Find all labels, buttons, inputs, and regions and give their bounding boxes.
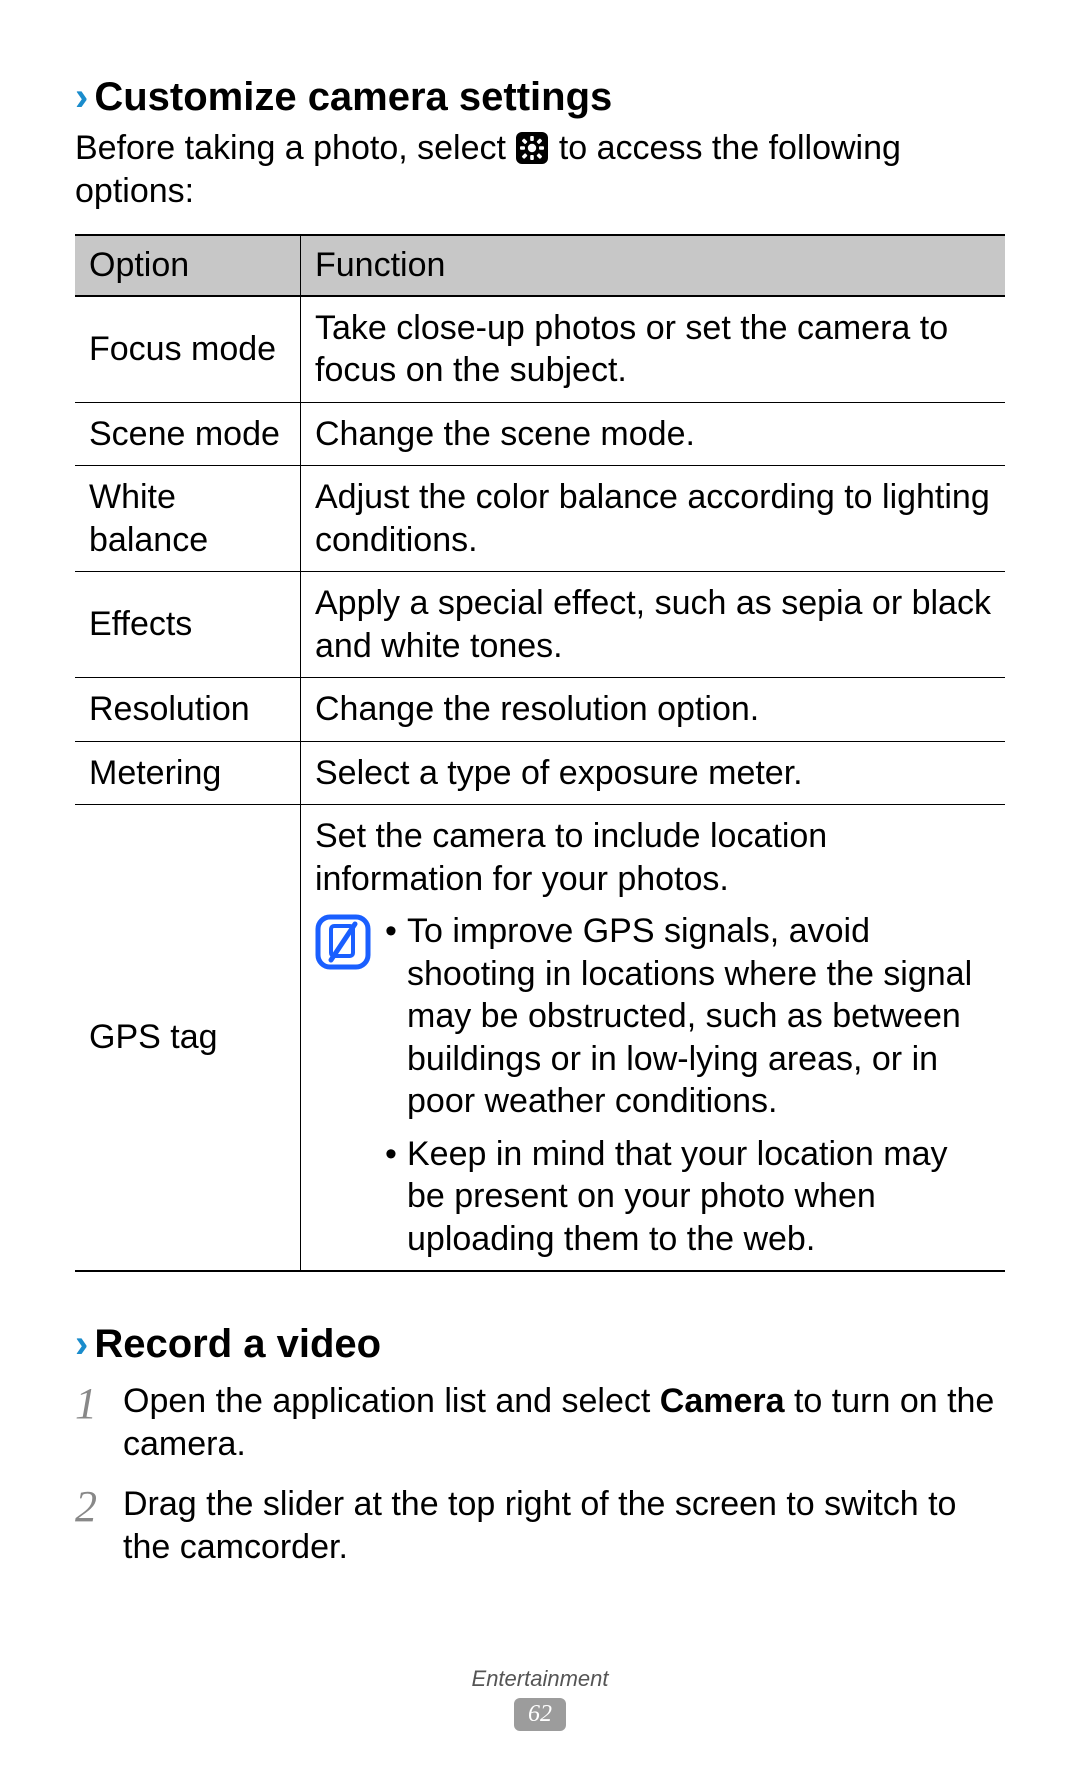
section-heading-customize: › Customize camera settings	[75, 75, 1005, 119]
heading-text: Record a video	[94, 1322, 381, 1366]
heading-text: Customize camera settings	[94, 75, 612, 119]
intro-paragraph: Before taking a photo, select to access …	[75, 127, 1005, 212]
note-block: • To improve GPS signals, avoid shooting…	[315, 910, 991, 1260]
table-row: White balance Adjust the color balance a…	[75, 466, 1005, 572]
td-option: Resolution	[75, 678, 300, 742]
step-number: 1	[75, 1380, 123, 1426]
step-text: Drag the slider at the top right of the …	[123, 1483, 1005, 1568]
table-row: Effects Apply a special effect, such as …	[75, 572, 1005, 678]
td-function: Adjust the color balance according to li…	[301, 466, 1005, 572]
footer-category: Entertainment	[0, 1666, 1080, 1692]
td-option: Scene mode	[75, 402, 300, 466]
td-function: Apply a special effect, such as sepia or…	[301, 572, 1005, 678]
td-function-gps: Set the camera to include location infor…	[301, 805, 1005, 1272]
options-table: Option Function Focus mode Take close-up…	[75, 234, 1005, 1272]
table-row: Focus mode Take close-up photos or set t…	[75, 296, 1005, 403]
intro-before: Before taking a photo, select	[75, 129, 515, 167]
gps-main-text: Set the camera to include location infor…	[315, 815, 991, 900]
chevron-right-icon: ›	[75, 1324, 88, 1364]
table-row: Resolution Change the resolution option.	[75, 678, 1005, 742]
section-heading-record: › Record a video	[75, 1322, 1005, 1366]
step-text: Open the application list and select Cam…	[123, 1380, 1005, 1465]
td-option: Effects	[75, 572, 300, 678]
list-item: • Keep in mind that your location may be…	[385, 1133, 991, 1261]
bullet-icon: •	[385, 910, 407, 1123]
td-function: Change the scene mode.	[301, 402, 1005, 466]
bullet-icon: •	[385, 1133, 407, 1261]
step-item: 2 Drag the slider at the top right of th…	[75, 1483, 1005, 1568]
steps-list: 1 Open the application list and select C…	[75, 1380, 1005, 1568]
list-item: • To improve GPS signals, avoid shooting…	[385, 910, 991, 1123]
td-option: White balance	[75, 466, 300, 572]
td-function: Change the resolution option.	[301, 678, 1005, 742]
td-option: Focus mode	[75, 296, 300, 403]
th-option: Option	[75, 235, 300, 296]
page-footer: Entertainment 62	[0, 1666, 1080, 1731]
note-list: • To improve GPS signals, avoid shooting…	[385, 910, 991, 1260]
gear-icon	[515, 131, 549, 165]
td-option: Metering	[75, 741, 300, 805]
chevron-right-icon: ›	[75, 77, 88, 117]
step-number: 2	[75, 1483, 123, 1529]
bullet-text: Keep in mind that your location may be p…	[407, 1133, 991, 1261]
table-row: Metering Select a type of exposure meter…	[75, 741, 1005, 805]
table-row-gps: GPS tag Set the camera to include locati…	[75, 805, 1005, 1272]
page-number: 62	[514, 1698, 566, 1731]
td-option: GPS tag	[75, 805, 300, 1272]
th-function: Function	[301, 235, 1005, 296]
td-function: Select a type of exposure meter.	[301, 741, 1005, 805]
step-item: 1 Open the application list and select C…	[75, 1380, 1005, 1465]
bullet-text: To improve GPS signals, avoid shooting i…	[407, 910, 991, 1123]
note-icon	[315, 914, 371, 970]
table-row: Scene mode Change the scene mode.	[75, 402, 1005, 466]
td-function: Take close-up photos or set the camera t…	[301, 296, 1005, 403]
